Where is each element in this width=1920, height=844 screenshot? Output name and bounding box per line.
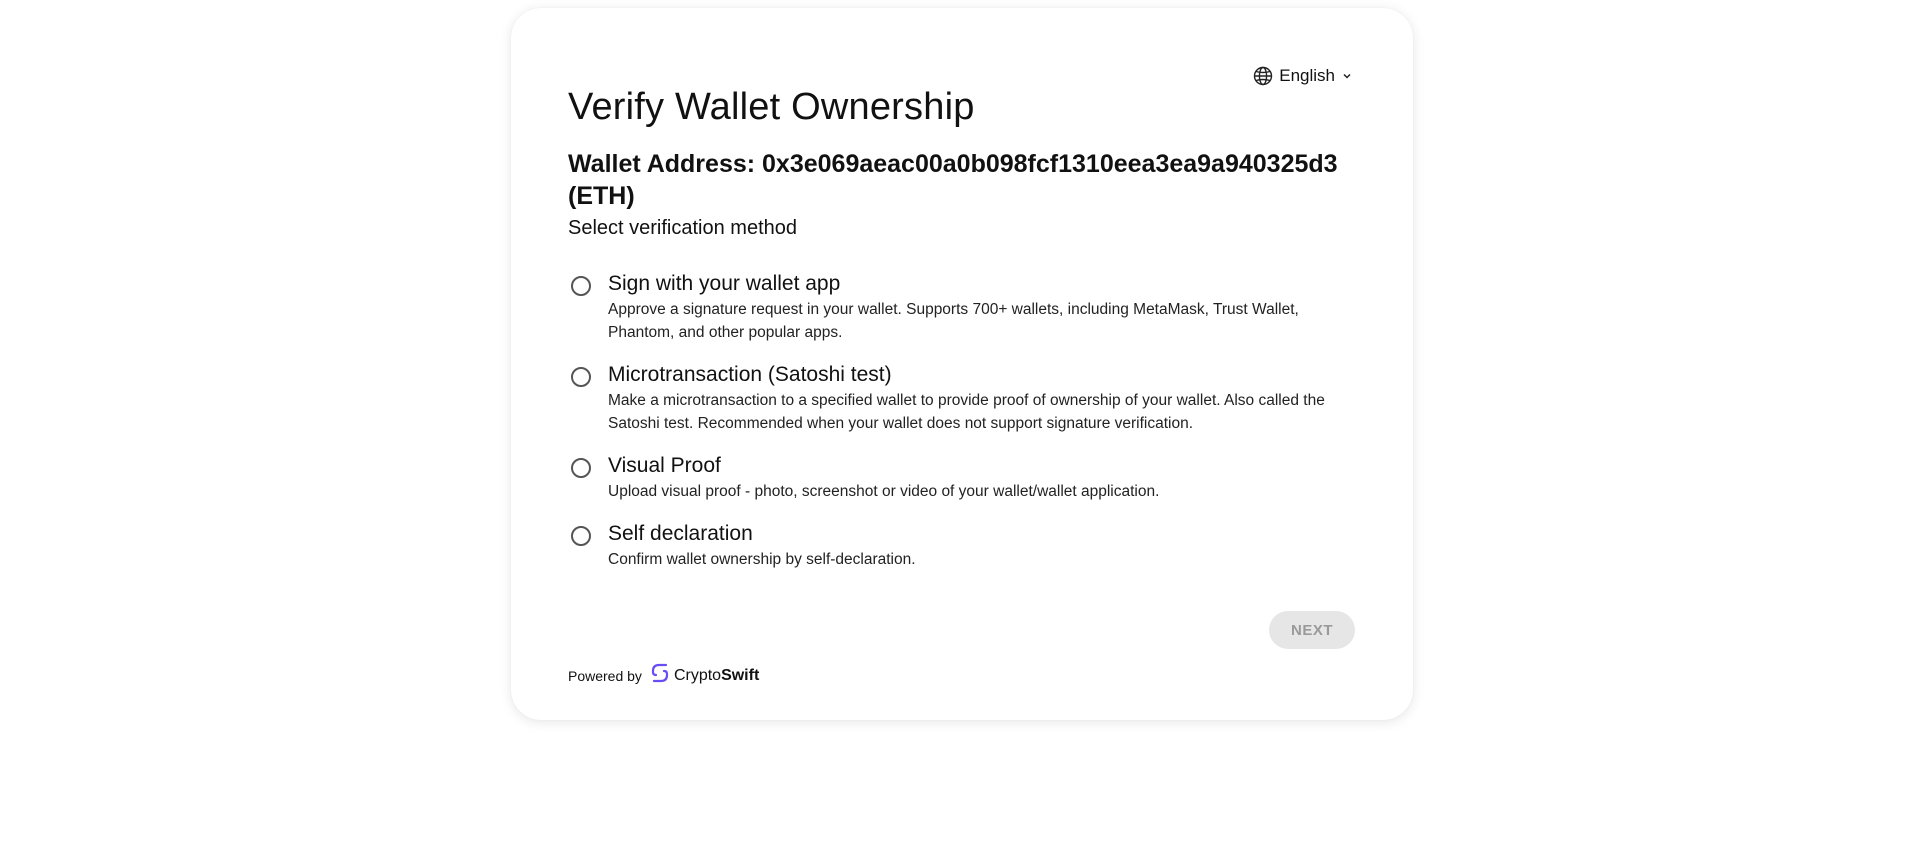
brand-name-part1: Crypto: [673, 666, 722, 684]
select-method-label: Select verification method: [568, 217, 798, 239]
powered-by: Powered by Crypto Swift: [568, 662, 759, 689]
option-description: Confirm wallet ownership by self-declara…: [608, 551, 916, 568]
page-title: Verify Wallet Ownership: [568, 86, 975, 128]
option-description: Upload visual proof - photo, screenshot …: [608, 483, 1160, 500]
globe-icon: [1253, 66, 1273, 86]
chevron-down-icon: [1341, 70, 1353, 82]
radio-button[interactable]: [571, 367, 591, 387]
radio-button[interactable]: [571, 526, 591, 546]
brand-logo[interactable]: Crypto Swift: [650, 662, 759, 689]
radio-button[interactable]: [571, 276, 591, 296]
language-label: English: [1279, 66, 1335, 85]
option-description: Make a microtransaction to a specified w…: [608, 392, 1325, 432]
next-button[interactable]: NEXT: [1269, 611, 1355, 649]
option-visual-proof[interactable]: Visual Proof Upload visual proof - photo…: [568, 452, 1368, 503]
option-sign-wallet-app[interactable]: Sign with your wallet app Approve a sign…: [568, 270, 1368, 344]
option-title: Self declaration: [608, 522, 753, 545]
option-self-declaration[interactable]: Self declaration Confirm wallet ownershi…: [568, 520, 1368, 571]
powered-by-label: Powered by: [568, 667, 642, 684]
option-description: Approve a signature request in your wall…: [608, 301, 1299, 341]
radio-button[interactable]: [571, 458, 591, 478]
cryptoswift-logo-icon: [650, 662, 670, 689]
language-selector[interactable]: English: [1253, 66, 1353, 86]
option-title: Visual Proof: [608, 454, 721, 477]
option-microtransaction[interactable]: Microtransaction (Satoshi test) Make a m…: [568, 361, 1368, 435]
option-title: Sign with your wallet app: [608, 272, 841, 295]
verification-card: English Verify Wallet Ownership Wallet A…: [511, 8, 1413, 720]
option-title: Microtransaction (Satoshi test): [608, 363, 892, 386]
wallet-address: Wallet Address: 0x3e069aeac00a0b098fcf13…: [568, 150, 1338, 210]
verification-options: Sign with your wallet app Approve a sign…: [568, 270, 1368, 571]
brand-name-part2: Swift: [721, 666, 760, 684]
